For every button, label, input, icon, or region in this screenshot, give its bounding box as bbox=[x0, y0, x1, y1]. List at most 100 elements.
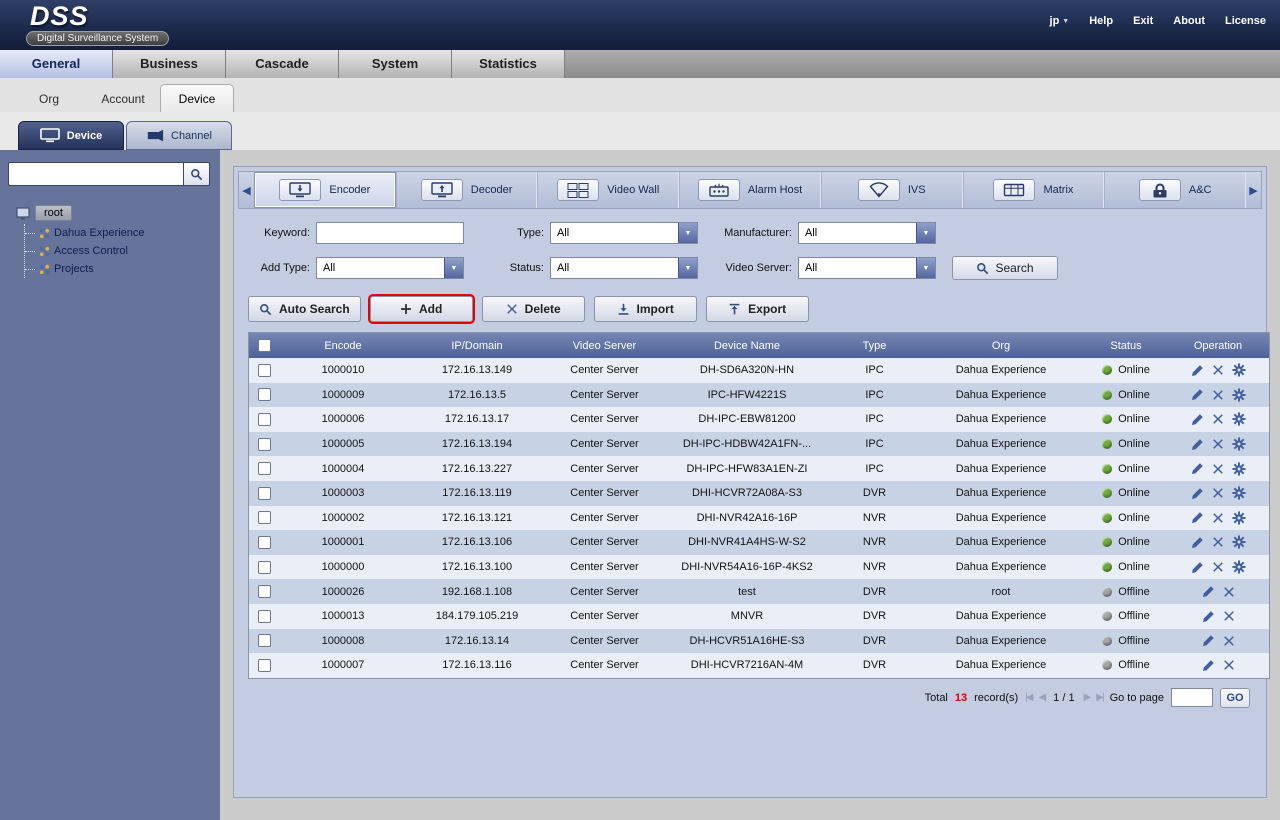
config-icon[interactable] bbox=[1232, 462, 1246, 476]
tree-search-button[interactable] bbox=[183, 162, 210, 186]
delete-icon[interactable] bbox=[1223, 586, 1235, 598]
row-checkbox[interactable] bbox=[258, 438, 271, 451]
goto-label: Go to page bbox=[1110, 692, 1164, 704]
config-icon[interactable] bbox=[1232, 437, 1246, 451]
delete-icon[interactable] bbox=[1212, 512, 1224, 524]
edit-icon[interactable] bbox=[1202, 659, 1215, 672]
edit-icon[interactable] bbox=[1191, 364, 1204, 377]
select-all-checkbox[interactable] bbox=[258, 339, 271, 352]
config-icon[interactable] bbox=[1232, 388, 1246, 402]
edit-icon[interactable] bbox=[1202, 634, 1215, 647]
tab-general[interactable]: General bbox=[0, 50, 113, 78]
row-checkbox[interactable] bbox=[258, 511, 271, 524]
cell-type: DVR bbox=[832, 659, 917, 671]
delete-button[interactable]: Delete bbox=[482, 296, 585, 322]
last-page-icon[interactable]: ▶| bbox=[1096, 692, 1102, 703]
row-checkbox[interactable] bbox=[258, 536, 271, 549]
row-checkbox[interactable] bbox=[258, 487, 271, 500]
edit-icon[interactable] bbox=[1191, 413, 1204, 426]
top-link-help[interactable]: Help bbox=[1089, 15, 1113, 27]
row-checkbox[interactable] bbox=[258, 364, 271, 377]
row-checkbox[interactable] bbox=[258, 610, 271, 623]
scroll-left-icon[interactable]: ◀ bbox=[239, 172, 254, 208]
subtab-device[interactable]: Device bbox=[160, 84, 234, 112]
tree-node-dahua-experience[interactable]: Dahua Experience bbox=[25, 224, 214, 242]
toggle-device[interactable]: Device bbox=[18, 121, 124, 150]
tree-node-access-control[interactable]: Access Control bbox=[25, 242, 214, 260]
tab-statistics[interactable]: Statistics bbox=[452, 50, 565, 78]
delete-icon[interactable] bbox=[1223, 610, 1235, 622]
row-checkbox[interactable] bbox=[258, 462, 271, 475]
delete-icon[interactable] bbox=[1212, 364, 1224, 376]
tab-cascade[interactable]: Cascade bbox=[226, 50, 339, 78]
delete-icon[interactable] bbox=[1212, 438, 1224, 450]
subtab-account[interactable]: Account bbox=[86, 85, 160, 112]
edit-icon[interactable] bbox=[1191, 536, 1204, 549]
type-select[interactable]: All ▼ bbox=[550, 222, 698, 244]
edit-icon[interactable] bbox=[1191, 438, 1204, 451]
delete-icon[interactable] bbox=[1212, 389, 1224, 401]
row-checkbox[interactable] bbox=[258, 659, 271, 672]
next-page-icon[interactable]: ▶ bbox=[1084, 692, 1090, 703]
device-tab-a-c[interactable]: A&C bbox=[1104, 172, 1246, 208]
delete-icon[interactable] bbox=[1212, 463, 1224, 475]
device-tab-video-wall[interactable]: Video Wall bbox=[537, 172, 679, 208]
device-tab-decoder[interactable]: Decoder bbox=[396, 172, 538, 208]
add-button[interactable]: Add bbox=[370, 296, 473, 322]
delete-icon[interactable] bbox=[1223, 635, 1235, 647]
row-checkbox[interactable] bbox=[258, 585, 271, 598]
delete-icon[interactable] bbox=[1212, 413, 1224, 425]
manufacturer-select[interactable]: All ▼ bbox=[798, 222, 936, 244]
config-icon[interactable] bbox=[1232, 412, 1246, 426]
prev-page-icon[interactable]: ◀ bbox=[1038, 692, 1044, 703]
goto-page-input[interactable] bbox=[1171, 688, 1213, 707]
delete-icon[interactable] bbox=[1212, 487, 1224, 499]
tree-node-root[interactable]: root bbox=[16, 205, 214, 221]
keyword-input[interactable] bbox=[316, 222, 464, 244]
row-checkbox[interactable] bbox=[258, 413, 271, 426]
top-link-about[interactable]: About bbox=[1173, 15, 1205, 27]
config-icon[interactable] bbox=[1232, 535, 1246, 549]
select-all-cell bbox=[249, 339, 279, 352]
device-tab-ivs[interactable]: IVS bbox=[821, 172, 963, 208]
delete-icon[interactable] bbox=[1212, 536, 1224, 548]
status-select[interactable]: All ▼ bbox=[550, 257, 698, 279]
top-link-jp[interactable]: jp▼ bbox=[1050, 15, 1070, 27]
first-page-icon[interactable]: |◀ bbox=[1025, 692, 1031, 703]
top-link-exit[interactable]: Exit bbox=[1133, 15, 1153, 27]
delete-icon[interactable] bbox=[1212, 561, 1224, 573]
import-button[interactable]: Import bbox=[594, 296, 697, 322]
search-button[interactable]: Search bbox=[952, 256, 1058, 280]
go-button[interactable]: GO bbox=[1220, 688, 1250, 708]
device-tab-encoder[interactable]: Encoder bbox=[254, 172, 396, 208]
subtab-org[interactable]: Org bbox=[12, 85, 86, 112]
device-tab-matrix[interactable]: Matrix bbox=[963, 172, 1105, 208]
row-checkbox[interactable] bbox=[258, 634, 271, 647]
device-tab-alarm-host[interactable]: Alarm Host bbox=[679, 172, 821, 208]
edit-icon[interactable] bbox=[1191, 487, 1204, 500]
add-type-select[interactable]: All ▼ bbox=[316, 257, 464, 279]
config-icon[interactable] bbox=[1232, 486, 1246, 500]
edit-icon[interactable] bbox=[1202, 585, 1215, 598]
export-button[interactable]: Export bbox=[706, 296, 809, 322]
config-icon[interactable] bbox=[1232, 560, 1246, 574]
edit-icon[interactable] bbox=[1191, 462, 1204, 475]
delete-icon[interactable] bbox=[1223, 659, 1235, 671]
video-server-select[interactable]: All ▼ bbox=[798, 257, 936, 279]
scroll-right-icon[interactable]: ▶ bbox=[1246, 172, 1261, 208]
edit-icon[interactable] bbox=[1191, 561, 1204, 574]
config-icon[interactable] bbox=[1232, 511, 1246, 525]
tab-business[interactable]: Business bbox=[113, 50, 226, 78]
edit-icon[interactable] bbox=[1202, 610, 1215, 623]
toggle-channel[interactable]: Channel bbox=[126, 121, 232, 150]
tree-search-input[interactable] bbox=[8, 162, 183, 186]
auto-search-button[interactable]: Auto Search bbox=[248, 296, 361, 322]
tree-node-projects[interactable]: Projects bbox=[25, 260, 214, 278]
config-icon[interactable] bbox=[1232, 363, 1246, 377]
edit-icon[interactable] bbox=[1191, 511, 1204, 524]
top-link-license[interactable]: License bbox=[1225, 15, 1266, 27]
tab-system[interactable]: System bbox=[339, 50, 452, 78]
edit-icon[interactable] bbox=[1191, 388, 1204, 401]
row-checkbox[interactable] bbox=[258, 388, 271, 401]
row-checkbox[interactable] bbox=[258, 561, 271, 574]
